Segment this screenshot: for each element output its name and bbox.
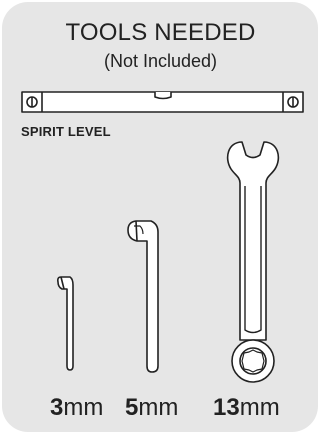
wrench-13mm-label: 13mm (213, 394, 280, 422)
size-number: 5 (125, 394, 139, 421)
hex-key-3mm-icon (57, 276, 74, 371)
spirit-level-label: SPIRIT LEVEL (21, 124, 111, 139)
size-number: 13 (213, 394, 240, 421)
hex-key-5mm-label: 5mm (125, 394, 178, 422)
hex-key-5mm-icon (127, 220, 159, 373)
combination-wrench-13mm-icon (226, 141, 280, 383)
hex-key-3mm-label: 3mm (50, 394, 103, 422)
spirit-level-icon (21, 91, 304, 113)
size-unit: mm (138, 394, 179, 421)
size-unit: mm (63, 394, 104, 421)
size-unit: mm (239, 394, 280, 421)
tool-illustrations (21, 91, 304, 383)
size-number: 3 (50, 394, 64, 421)
